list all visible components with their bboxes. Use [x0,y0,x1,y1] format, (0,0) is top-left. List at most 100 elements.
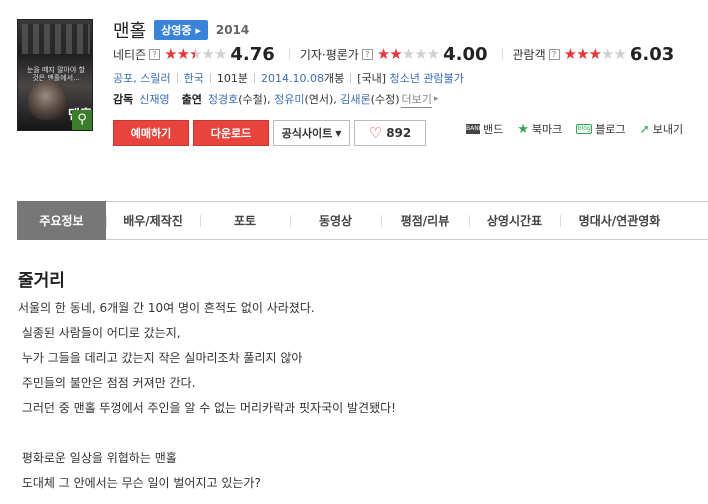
help-icon[interactable]: ? [149,48,161,60]
tab-7[interactable]: 명대사/연관영화 [560,202,679,239]
reserve-button[interactable]: 예매하기 [113,120,189,146]
share-label: 보내기 [652,123,684,136]
share-row: BAND 밴드 ★ 북마크 blog 블로그 ➚ 보내기 [466,120,697,138]
bookmark-button[interactable]: ★ 북마크 [517,121,562,137]
star-icon: ★ [588,45,602,63]
release-suffix: 개봉 [323,72,345,85]
genre-link[interactable]: 공포, 스릴러 [113,70,171,86]
divider [176,73,178,83]
like-count: 892 [386,126,412,140]
synopsis-line: 서울의 한 동네, 6개월 간 10여 명이 흔적도 없이 사라졌다. [18,301,315,315]
star-icon: ★ [601,45,614,63]
star-rating: ★★★★★ [563,45,627,63]
synopsis-body: 서울의 한 동네, 6개월 간 10여 명이 흔적도 없이 사라졌다. 실종된 … [18,296,698,496]
share-label: 블로그 [595,123,626,136]
cast-link[interactable]: 김새론 [340,93,370,106]
tab-1[interactable]: 주요정보 [17,201,106,240]
star-icon: ★ [213,45,227,63]
release-date-link[interactable]: 2014.10.08 [261,72,324,85]
star-icon: ★ [389,45,402,63]
rating-score: 4.76 [230,43,275,65]
director-link[interactable]: 신재영 [139,91,169,107]
heart-icon: ♡ [368,123,383,142]
star-icon: ★ [563,45,577,63]
action-buttons: 예매하기 다운로드 공식사이트 ▼ ♡ 892 [113,120,426,146]
cast-list: 정경호(수철), 정유미(연서), 김새론(수정) [207,93,400,106]
help-icon[interactable]: ? [361,48,373,60]
star-icon: ★ [613,45,626,63]
star-icon: ★ [576,45,589,63]
tab-2[interactable]: 배우/제작진 [106,202,200,239]
share-band-button[interactable]: BAND 밴드 [466,121,503,137]
tab-5[interactable]: 평점/리뷰 [381,202,469,239]
star-icon: ★ [414,45,427,63]
star-icon: ★ [426,45,440,63]
synopsis-line: 도대체 그 안에서는 무슨 일이 벌어지고 있는가? [18,476,261,490]
rating-row: 네티즌? ★★★★★ 4.76 기자·평론가? ★★★★★ 4.00 관람객? ★★★★★ 6.… [113,43,688,65]
poster-figures [22,24,90,54]
star-icon: ★ [376,45,390,63]
poster-face [28,80,68,120]
cast-role: (수정) [370,93,400,106]
release-year: 2014 [215,23,250,37]
chevron-right-icon: ▸ [433,94,439,104]
director-label: 감독 [113,93,134,106]
star-rating: ★★★★★ [164,45,227,63]
star-icon: ★ [164,45,177,63]
official-site-label: 공식사이트 [281,127,333,140]
runtime: 101분 [216,72,248,85]
tab-4[interactable]: 동영상 [290,202,381,239]
download-button[interactable]: 다운로드 [193,120,269,146]
more-cast-button[interactable]: 더보기 [401,91,432,108]
share-blog-button[interactable]: blog 블로그 [576,121,626,137]
country-link[interactable]: 한국 [184,70,204,86]
cast-link[interactable]: 정유미 [274,93,304,106]
zoom-icon[interactable]: ⚲ [72,110,92,130]
blog-icon: blog [576,124,593,134]
send-button[interactable]: ➚ 보내기 [640,121,683,137]
status-badge[interactable]: 상영중 ▸ [154,20,208,40]
rating-prefix: [국내] [357,72,387,85]
meta-row: 공포, 스릴러 한국 101분 2014.10.08 개봉 [국내] 청소년 관… [113,69,464,87]
official-site-button[interactable]: 공식사이트 ▼ [273,120,350,146]
synopsis-title: 줄거리 [18,271,65,291]
cast-role: (수철) [238,93,268,106]
rating-label: 네티즌 [113,47,147,62]
age-rating-link[interactable]: 청소년 관람불가 [390,70,464,86]
cast-label: 출연 [181,93,202,106]
synopsis-line [18,421,698,446]
help-icon[interactable]: ? [548,48,560,60]
tab-6[interactable]: 상영시간표 [469,202,560,239]
like-button[interactable]: ♡ 892 [354,120,426,146]
credits-row: 감독 신재영 출연 정경호(수철), 정유미(연서), 김새론(수정) 더보기 … [113,90,438,108]
dropdown-arrow-icon: ▼ [335,128,342,138]
share-label: 북마크 [531,123,563,136]
synopsis-line: 실종된 사람들이 어디로 갔는지, [18,326,181,340]
poster-tagline: 눈을 떼지 말아야 할 것은 맨홀에서... [26,66,86,82]
divider [253,73,255,83]
star-icon: ★ [401,45,415,63]
star-icon: ★ [201,45,214,63]
star-rating: ★★★★★ [376,45,440,63]
star-icon: ★ [176,45,190,63]
rating-label: 관람객 [512,47,546,62]
synopsis-line: 그러던 중 맨홀 뚜껑에서 주인을 알 수 없는 머리카락과 핏자국이 발견됐다… [18,401,396,415]
cast-link[interactable]: 정경호 [208,93,238,106]
section-tabs: 주요정보 배우/제작진 포토 동영상 평점/리뷰 상영시간표 명대사/연관영화 [17,201,708,240]
movie-poster[interactable]: 눈을 떼지 말아야 할 것은 맨홀에서... 맨홀 ⚲ [17,19,93,131]
divider [350,73,352,83]
tab-3[interactable]: 포토 [200,202,290,239]
divider [209,73,211,83]
share-label: 밴드 [483,123,504,136]
cast-role: (연서) [304,93,334,106]
rating-score: 4.00 [443,43,488,65]
rating-label: 기자·평론가 [299,47,359,62]
divider [288,48,290,60]
movie-title: 맨홀 [113,21,147,42]
synopsis-line: 평화로운 일상을 위협하는 맨홀 [18,451,177,465]
send-icon: ➚ [639,122,650,136]
synopsis-line: 누가 그들을 데리고 갔는지 작은 실마리조차 풀리지 않아 [18,351,303,365]
rating-score: 6.03 [629,43,675,65]
divider [501,48,503,60]
band-icon: BAND [466,124,484,134]
